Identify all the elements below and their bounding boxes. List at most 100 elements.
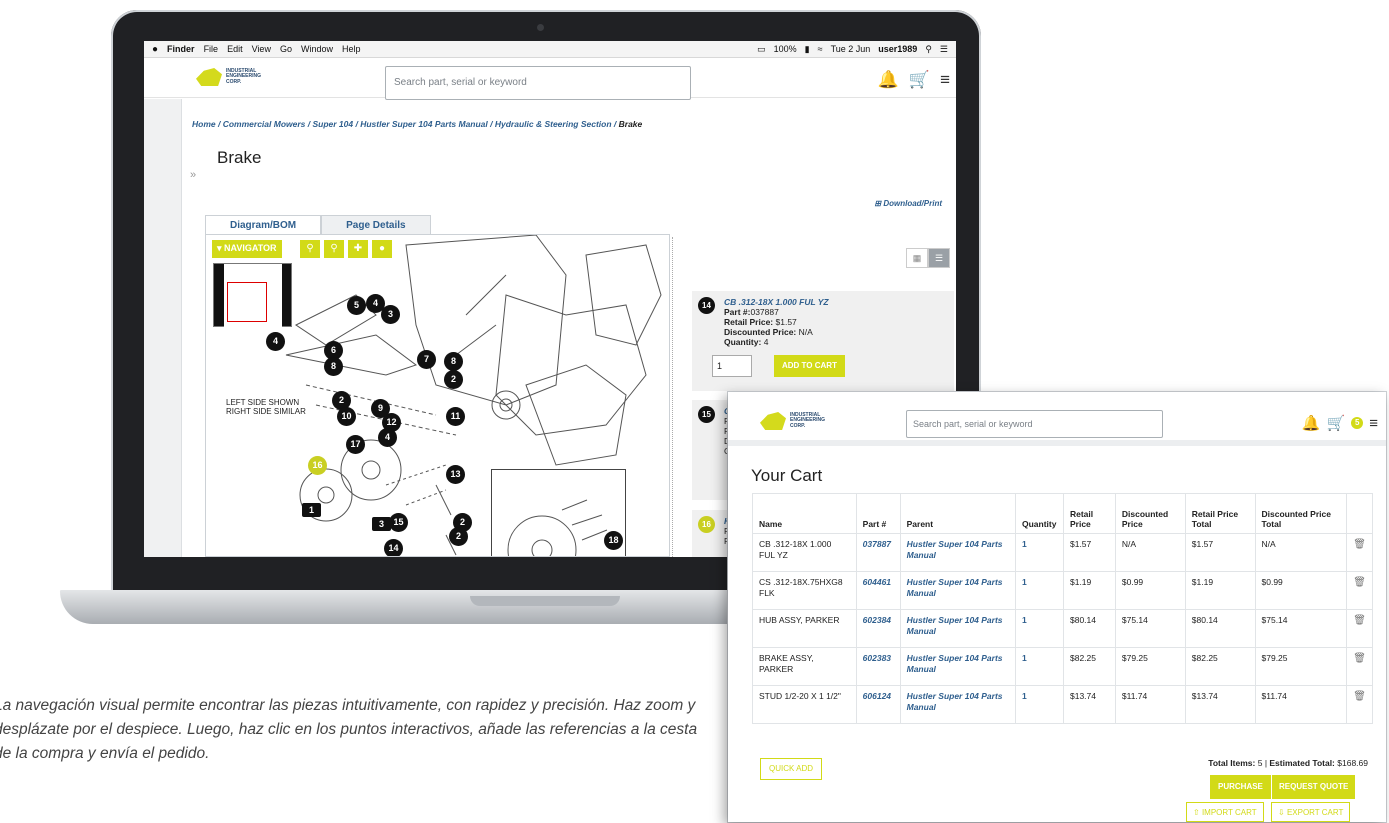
item-parent-link[interactable]: Hustler Super 104 Parts Manual — [899, 533, 1017, 572]
item-part-link[interactable]: 602384 — [855, 609, 901, 648]
bell-icon[interactable]: 🔔 — [878, 70, 899, 90]
callout-14[interactable]: 14 — [384, 539, 403, 556]
navigator-button[interactable]: ▾ NAVIGATOR — [212, 240, 282, 258]
breadcrumb-home[interactable]: Home — [192, 119, 216, 129]
item-part-link[interactable]: 602383 — [855, 647, 901, 686]
breadcrumb-section[interactable]: Hydraulic & Steering Section — [495, 119, 612, 129]
callout-5[interactable]: 5 — [347, 296, 366, 315]
add-to-cart-button[interactable]: ADD TO CART — [774, 355, 845, 377]
quick-add-button[interactable]: QUICK ADD — [760, 758, 822, 780]
pan-icon[interactable]: ✚ — [348, 240, 368, 258]
quantity-input[interactable]: 1 — [712, 355, 752, 377]
trash-icon[interactable]: 🗑 — [1346, 571, 1373, 610]
col-discounted-price[interactable]: Discounted Price — [1114, 493, 1186, 534]
item-quantity[interactable]: 1 — [1015, 533, 1064, 572]
menubar-user[interactable]: user1989 — [878, 44, 917, 54]
export-cart-button[interactable]: ⇩ EXPORT CART — [1271, 802, 1351, 822]
col-discounted-total[interactable]: Discounted Price Total — [1254, 493, 1348, 534]
item-parent-link[interactable]: Hustler Super 104 Parts Manual — [899, 685, 1017, 724]
list-view-icon[interactable]: ☰ — [928, 248, 950, 268]
callout-18[interactable]: 18 — [604, 531, 623, 550]
callout-4b[interactable]: 4 — [266, 332, 285, 351]
breadcrumb-super-104[interactable]: Super 104 — [312, 119, 353, 129]
callout-2d[interactable]: 2 — [449, 527, 468, 546]
menu-help[interactable]: Help — [342, 44, 361, 54]
battery-icon[interactable]: ▮ — [805, 44, 810, 55]
trash-icon[interactable]: 🗑 — [1346, 647, 1373, 686]
item-parent-link[interactable]: Hustler Super 104 Parts Manual — [899, 571, 1017, 610]
col-name[interactable]: Name — [752, 493, 857, 534]
airplay-icon[interactable]: ▭ — [757, 44, 766, 55]
tab-page-details[interactable]: Page Details — [321, 215, 431, 235]
tab-diagram-bom[interactable]: Diagram/BOM — [205, 215, 322, 235]
cart-company-logo[interactable]: INDUSTRIAL ENGINEERING CORP. — [760, 412, 830, 430]
item-quantity[interactable]: 1 — [1015, 685, 1064, 724]
apple-icon[interactable]: ● — [152, 44, 158, 55]
search-input[interactable]: Search part, serial or keyword — [385, 66, 691, 100]
menu-icon[interactable]: ≡ — [1369, 415, 1378, 432]
callout-8[interactable]: 8 — [324, 357, 343, 376]
company-logo[interactable]: INDUSTRIAL ENGINEERING CORP. — [196, 68, 266, 86]
menu-edit[interactable]: Edit — [227, 44, 243, 54]
cart-icon[interactable]: 🛒 — [1327, 414, 1346, 432]
menu-go[interactable]: Go — [280, 44, 292, 54]
item-part-link[interactable]: 037887 — [855, 533, 901, 572]
spotlight-icon[interactable]: ⚲ — [925, 44, 932, 55]
menu-file[interactable]: File — [204, 44, 219, 54]
import-cart-button[interactable]: ⇧ IMPORT CART — [1186, 802, 1264, 822]
item-part-link[interactable]: 604461 — [855, 571, 901, 610]
wifi-icon[interactable]: ≈ — [818, 44, 823, 54]
col-parent[interactable]: Parent — [899, 493, 1017, 534]
grid-view-icon[interactable]: ▦ — [906, 248, 928, 268]
trash-icon[interactable]: 🗑 — [1346, 533, 1373, 572]
cart-search-input[interactable]: Search part, serial or keyword — [906, 410, 1163, 438]
callout-4c[interactable]: 4 — [378, 428, 397, 447]
menu-finder[interactable]: Finder — [167, 44, 195, 54]
breadcrumb-commercial-mowers[interactable]: Commercial Mowers — [223, 119, 306, 129]
trash-icon[interactable]: 🗑 — [1346, 609, 1373, 648]
item-quantity[interactable]: 1 — [1015, 647, 1064, 686]
item-part-link[interactable]: 606124 — [855, 685, 901, 724]
breadcrumb-parts-manual[interactable]: Hustler Super 104 Parts Manual — [360, 119, 488, 129]
item-parent-link[interactable]: Hustler Super 104 Parts Manual — [899, 647, 1017, 686]
callout-1[interactable]: 1 — [302, 503, 321, 517]
menu-view[interactable]: View — [252, 44, 271, 54]
reset-view-icon[interactable]: ● — [372, 240, 392, 258]
bom-item-name[interactable]: CB .312-18X 1.000 FUL YZ — [724, 297, 946, 307]
item-parent-link[interactable]: Hustler Super 104 Parts Manual — [899, 609, 1017, 648]
item-quantity[interactable]: 1 — [1015, 609, 1064, 648]
download-print-link[interactable]: ⊞ Download/Print — [874, 199, 942, 208]
zoom-in-icon[interactable]: ⚲ — [300, 240, 320, 258]
callout-8b[interactable]: 8 — [444, 352, 463, 371]
zoom-out-icon[interactable]: ⚲ — [324, 240, 344, 258]
callout-16[interactable]: 16 — [308, 456, 327, 475]
callout-7[interactable]: 7 — [417, 350, 436, 369]
request-quote-button[interactable]: REQUEST QUOTE — [1272, 775, 1356, 799]
col-retail-price[interactable]: Retail Price — [1062, 493, 1116, 534]
callout-2[interactable]: 2 — [444, 370, 463, 389]
bom-item-14[interactable]: 14 CB .312-18X 1.000 FUL YZ Part #:03788… — [692, 291, 954, 391]
expand-sidebar-icon[interactable]: » — [190, 169, 196, 181]
callout-15[interactable]: 15 — [389, 513, 408, 532]
menu-icon[interactable]: ≡ — [940, 70, 950, 90]
callout-17[interactable]: 17 — [346, 435, 365, 454]
cart-icon[interactable]: 🛒 — [909, 70, 930, 90]
trash-icon[interactable]: 🗑 — [1346, 685, 1373, 724]
purchase-button[interactable]: PURCHASE — [1210, 775, 1271, 799]
bell-icon[interactable]: 🔔 — [1302, 414, 1321, 432]
navigator-minimap[interactable] — [213, 263, 292, 328]
callout-11[interactable]: 11 — [446, 407, 465, 426]
diagram-viewer[interactable]: ▾ NAVIGATOR ⚲ ⚲ ✚ ● LEFT SIDE SHOWN RIGH… — [205, 234, 670, 557]
item-quantity[interactable]: 1 — [1015, 571, 1064, 610]
col-part[interactable]: Part # — [855, 493, 901, 534]
col-quantity[interactable]: Quantity — [1015, 493, 1064, 534]
col-retail-total[interactable]: Retail Price Total — [1184, 493, 1256, 534]
menubar-datetime[interactable]: Tue 2 Jun — [831, 44, 871, 54]
menu-window[interactable]: Window — [301, 44, 333, 54]
minimap-viewport[interactable] — [227, 282, 267, 322]
callout-3[interactable]: 3 — [381, 305, 400, 324]
notification-center-icon[interactable]: ☰ — [940, 44, 948, 55]
pane-splitter[interactable] — [672, 237, 678, 557]
callout-10[interactable]: 10 — [337, 407, 356, 426]
callout-13[interactable]: 13 — [446, 465, 465, 484]
